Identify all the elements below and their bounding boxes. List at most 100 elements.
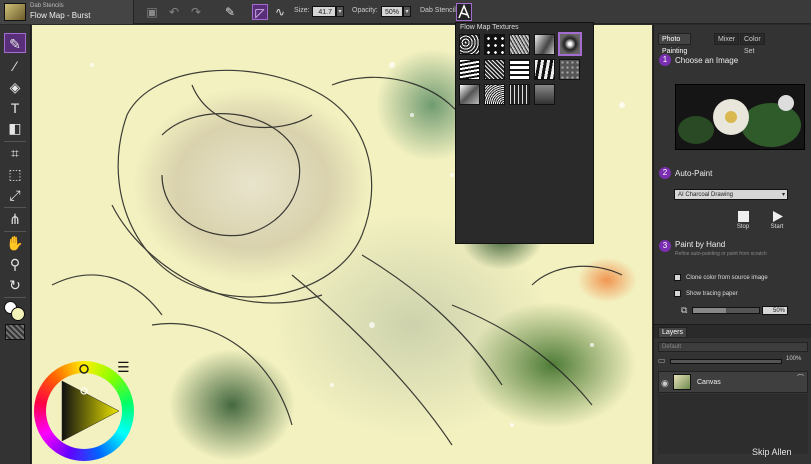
stop-icon bbox=[737, 211, 749, 222]
color-swatches[interactable] bbox=[4, 301, 26, 321]
texture-swatch-selected[interactable] bbox=[558, 32, 582, 56]
layer-thumbnail bbox=[673, 374, 691, 390]
stop-button[interactable]: Stop bbox=[733, 211, 753, 230]
hue-handle[interactable] bbox=[79, 364, 89, 374]
texture-swatch[interactable] bbox=[534, 34, 555, 55]
chevron-down-icon: ▾ bbox=[781, 192, 785, 198]
primary-color-swatch[interactable] bbox=[11, 307, 25, 321]
layer-opacity-slider[interactable] bbox=[670, 359, 782, 364]
flow-map-textures-popup: Flow Map Textures bbox=[455, 22, 594, 244]
tracing-opacity-slider[interactable] bbox=[692, 307, 760, 314]
paper-texture-icon[interactable] bbox=[5, 324, 25, 340]
tab-photo-painting[interactable]: Photo Painting bbox=[658, 33, 692, 55]
dab-type-icon[interactable]: ◸ bbox=[252, 4, 268, 20]
composite-method-select[interactable]: Default bbox=[658, 342, 808, 352]
text-tool-icon[interactable]: T bbox=[4, 98, 26, 118]
paint-by-hand-subtitle: Refine auto-painting or paint from scrat… bbox=[675, 251, 767, 257]
preset-value: AI Charcoal Drawing bbox=[678, 192, 734, 198]
opacity-label: Opacity: bbox=[352, 7, 378, 14]
toolbox: ✎ ⁄ ◈ T ◧ ⌗ ⬚ ⤢ ⋔ ✋ ⚲ ↻ bbox=[0, 25, 31, 464]
layers-empty-area bbox=[658, 394, 808, 454]
size-input[interactable]: 41.7 bbox=[312, 6, 336, 17]
color-wheel[interactable] bbox=[34, 361, 134, 461]
brush-tool-icon[interactable]: ✎ bbox=[4, 33, 26, 53]
start-button[interactable]: Start bbox=[767, 211, 787, 230]
property-bar: Dab Stencils Flow Map - Burst ▣ ↶ ↷ ✎ ◸ … bbox=[0, 0, 811, 24]
stroke-type-icon[interactable]: ∿ bbox=[272, 4, 288, 20]
photo-painting-panel: Photo Painting Mixer Color Set 1 Choose … bbox=[653, 25, 811, 464]
redo-icon[interactable]: ↷ bbox=[188, 4, 204, 20]
layer-opacity-bar[interactable]: ▭ 100% bbox=[658, 356, 808, 367]
brush-tool-icon[interactable]: ✎ bbox=[222, 4, 238, 20]
paint-bucket-icon[interactable]: ◈ bbox=[4, 77, 26, 97]
brush-variant: Flow Map - Burst bbox=[30, 11, 91, 20]
saturation-triangle[interactable] bbox=[34, 361, 134, 461]
popup-title: Flow Map Textures bbox=[460, 24, 519, 31]
crop-icon[interactable]: ⌗ bbox=[4, 143, 26, 163]
layer-row[interactable]: ◉ Canvas ⌒ bbox=[658, 371, 808, 393]
undo-icon[interactable]: ↶ bbox=[166, 4, 182, 20]
slider-fill bbox=[693, 308, 726, 313]
texture-swatch[interactable] bbox=[559, 59, 580, 80]
brush-category: Dab Stencils bbox=[30, 3, 64, 9]
layer-name: Canvas bbox=[697, 379, 721, 386]
auto-paint-preset-select[interactable]: AI Charcoal Drawing ▾ bbox=[674, 189, 788, 200]
texture-swatch[interactable] bbox=[534, 59, 555, 80]
toolbox-divider bbox=[4, 141, 26, 142]
dab-stencil-button[interactable] bbox=[456, 3, 472, 21]
dab-stencil-label: Dab Stencil bbox=[420, 7, 456, 14]
color-wheel-menu-icon[interactable]: ☰ bbox=[117, 360, 130, 374]
texture-swatch[interactable] bbox=[459, 59, 480, 80]
layer-lock-icon[interactable]: ⌒ bbox=[797, 373, 804, 383]
visibility-eye-icon[interactable]: ◉ bbox=[661, 378, 669, 389]
texture-swatch[interactable] bbox=[484, 59, 505, 80]
tracing-opacity-value[interactable]: 50% bbox=[762, 306, 788, 315]
opacity-dropdown[interactable]: ▾ bbox=[403, 6, 411, 17]
rotate-page-icon[interactable]: ↻ bbox=[4, 275, 26, 295]
grabber-hand-icon[interactable]: ✋ bbox=[4, 233, 26, 253]
opacity-input[interactable]: 50% bbox=[381, 6, 403, 17]
transform-icon[interactable]: ⤢ bbox=[4, 185, 26, 205]
toolbox-divider bbox=[4, 207, 26, 208]
size-dropdown[interactable]: ▾ bbox=[336, 6, 344, 17]
clone-color-label: Clone color from source image bbox=[686, 275, 768, 281]
rect-select-icon[interactable]: ⬚ bbox=[4, 164, 26, 184]
step-1-badge: 1 bbox=[659, 54, 671, 66]
clone-color-checkbox[interactable] bbox=[674, 274, 681, 281]
brush-selector[interactable]: Dab Stencils Flow Map - Burst bbox=[0, 0, 134, 24]
magnifier-icon[interactable]: ⚲ bbox=[4, 254, 26, 274]
mirror-icon[interactable]: ⋔ bbox=[4, 209, 26, 229]
texture-swatch[interactable] bbox=[484, 84, 505, 105]
credit-watermark: Skip Allen bbox=[752, 447, 792, 457]
texture-swatch[interactable] bbox=[534, 84, 555, 105]
brush-thumbnail bbox=[4, 3, 26, 21]
tracing-opacity-icon: ⧉ bbox=[681, 305, 688, 315]
layer-icon: ▭ bbox=[658, 356, 666, 365]
auto-paint-heading: Auto-Paint bbox=[675, 169, 713, 178]
choose-image-heading: Choose an Image bbox=[675, 56, 739, 65]
tab-color-set[interactable]: Color Set bbox=[740, 33, 765, 55]
dropper-icon[interactable]: ⁄ bbox=[4, 56, 26, 76]
texture-swatch[interactable] bbox=[459, 34, 480, 55]
layers-header: Layers bbox=[654, 324, 811, 338]
texture-swatch[interactable] bbox=[509, 84, 530, 105]
eraser-icon[interactable]: ◧ bbox=[4, 118, 26, 138]
tab-mixer[interactable]: Mixer bbox=[714, 33, 740, 45]
save-icon[interactable]: ▣ bbox=[144, 4, 160, 20]
tracing-paper-label: Show tracing paper bbox=[686, 291, 738, 297]
play-icon bbox=[772, 211, 783, 222]
toolbox-divider bbox=[4, 231, 26, 232]
start-label: Start bbox=[770, 224, 784, 230]
step-3-badge: 3 bbox=[659, 240, 671, 252]
texture-swatch[interactable] bbox=[509, 59, 530, 80]
texture-swatch[interactable] bbox=[484, 34, 505, 55]
texture-swatch[interactable] bbox=[509, 34, 530, 55]
step-2-badge: 2 bbox=[659, 167, 671, 179]
texture-swatch[interactable] bbox=[459, 84, 480, 105]
tracing-paper-checkbox[interactable] bbox=[674, 290, 681, 297]
paint-by-hand-heading: Paint by Hand bbox=[675, 240, 726, 249]
source-image-thumbnail[interactable] bbox=[675, 84, 805, 150]
layer-opacity-value: 100% bbox=[786, 356, 802, 362]
tab-layers[interactable]: Layers bbox=[658, 327, 688, 338]
size-label: Size: bbox=[294, 7, 310, 14]
